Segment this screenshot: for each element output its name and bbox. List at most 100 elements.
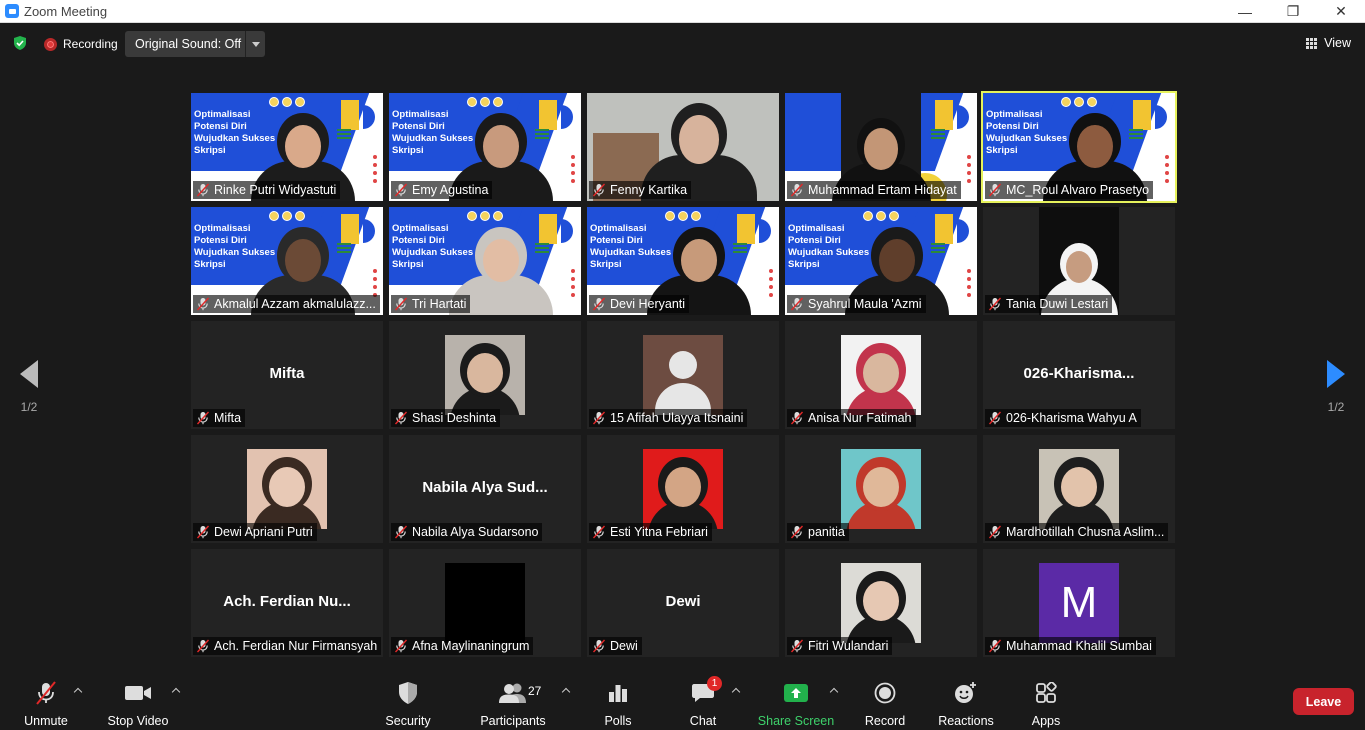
next-page-nav[interactable]: 1/2 bbox=[1321, 360, 1351, 414]
record-label: Record bbox=[864, 714, 906, 728]
participant-name: Syahrul Maula 'Azmi bbox=[808, 297, 922, 311]
chat-label: Chat bbox=[689, 714, 717, 728]
participant-tile[interactable]: Mardhotillah Chusna Aslim... bbox=[983, 435, 1175, 543]
record-icon bbox=[874, 682, 896, 704]
participant-tile[interactable]: Fitri Wulandari bbox=[785, 549, 977, 657]
chevron-up-icon bbox=[731, 687, 741, 697]
microphone-muted-icon bbox=[196, 639, 210, 653]
profile-photo bbox=[841, 449, 921, 529]
original-sound-control[interactable]: Original Sound: Off bbox=[125, 31, 265, 57]
original-sound-dropdown[interactable] bbox=[246, 31, 265, 57]
arrow-right-icon[interactable] bbox=[1327, 360, 1345, 388]
window-title: Zoom Meeting bbox=[24, 3, 108, 19]
apps-button[interactable]: Apps bbox=[1028, 670, 1064, 730]
participant-tile[interactable]: Optimalisasi Potensi Diri Wujudkan Sukses S… bbox=[981, 91, 1177, 203]
participant-tile[interactable]: M Muhammad Khalil Sumbai bbox=[983, 549, 1175, 657]
view-label: View bbox=[1324, 36, 1351, 50]
participants-button[interactable]: 27 Participants bbox=[480, 670, 546, 730]
participant-name-tag: Dewi Apriani Putri bbox=[193, 523, 317, 541]
participant-tile[interactable]: uny.org/Muhammad Ertam Hidayat bbox=[785, 93, 977, 201]
participant-tile[interactable]: Optimalisasi Potensi Diri Wujudkan Sukses S… bbox=[389, 207, 581, 315]
microphone-muted-icon bbox=[36, 681, 56, 705]
participant-tile[interactable]: Dewi Apriani Putri bbox=[191, 435, 383, 543]
participant-tile[interactable]: Ach. Ferdian Nu... Ach. Ferdian Nur Firma… bbox=[191, 549, 383, 657]
polls-label: Polls bbox=[604, 714, 632, 728]
participant-tile[interactable]: Optimalisasi Potensi Diri Wujudkan Sukses S… bbox=[191, 207, 383, 315]
restore-button[interactable]: ❐ bbox=[1269, 0, 1317, 23]
encryption-shield-icon[interactable] bbox=[12, 35, 28, 51]
participant-tile[interactable]: panitia bbox=[785, 435, 977, 543]
participant-tile[interactable]: Mifta Mifta bbox=[191, 321, 383, 429]
participant-name: panitia bbox=[808, 525, 845, 539]
microphone-muted-icon bbox=[592, 183, 606, 197]
reactions-smiley-icon bbox=[955, 682, 976, 703]
leave-button[interactable]: Leave bbox=[1293, 688, 1354, 715]
participant-tile[interactable]: Optimalisasi Potensi Diri Wujudkan Sukses S… bbox=[587, 207, 779, 315]
microphone-muted-icon bbox=[988, 297, 1002, 311]
participant-name-tag: Fitri Wulandari bbox=[787, 637, 893, 655]
participant-name: Mardhotillah Chusna Aslim... bbox=[1006, 525, 1165, 539]
previous-page-nav[interactable]: 1/2 bbox=[14, 360, 44, 414]
participant-tile[interactable]: Optimalisasi Potensi Diri Wujudkan Sukses S… bbox=[785, 207, 977, 315]
share-screen-button[interactable]: Share Screen bbox=[758, 670, 834, 730]
participants-options-caret[interactable] bbox=[561, 686, 571, 697]
participant-tile[interactable]: Dewi Dewi bbox=[587, 549, 779, 657]
chat-options-caret[interactable] bbox=[731, 686, 741, 697]
close-button[interactable]: ✕ bbox=[1317, 0, 1365, 23]
polls-button[interactable]: Polls bbox=[603, 670, 633, 730]
participant-name: Nabila Alya Sudarsono bbox=[412, 525, 539, 539]
microphone-muted-icon bbox=[592, 297, 606, 311]
participant-name-tag: Anisa Nur Fatimah bbox=[787, 409, 916, 427]
stop-video-button[interactable]: Stop Video bbox=[107, 670, 169, 730]
participant-name: Devi Heryanti bbox=[610, 297, 686, 311]
chevron-up-icon bbox=[171, 687, 181, 697]
unmute-button[interactable]: Unmute bbox=[22, 670, 70, 730]
participant-name: Anisa Nur Fatimah bbox=[808, 411, 912, 425]
audio-options-caret[interactable] bbox=[73, 686, 83, 697]
participant-name-tag: Afna Maylinaningrum bbox=[391, 637, 534, 655]
participant-name: Dewi bbox=[610, 639, 638, 653]
participant-tile[interactable]: Tania Duwi Lestari bbox=[983, 207, 1175, 315]
view-button[interactable]: View bbox=[1306, 36, 1351, 50]
microphone-muted-icon bbox=[592, 411, 606, 425]
microphone-muted-icon bbox=[790, 639, 804, 653]
share-options-caret[interactable] bbox=[829, 686, 839, 697]
original-sound-label[interactable]: Original Sound: Off bbox=[125, 31, 246, 57]
participant-tile[interactable]: Anisa Nur Fatimah bbox=[785, 321, 977, 429]
participant-tile[interactable]: Nabila Alya Sud... Nabila Alya Sudarsono bbox=[389, 435, 581, 543]
profile-photo bbox=[841, 335, 921, 415]
security-button[interactable]: Security bbox=[385, 670, 431, 730]
participant-display-name: 026-Kharisma... bbox=[1023, 365, 1135, 382]
chat-button[interactable]: 1 Chat bbox=[687, 670, 722, 730]
participant-name: Dewi Apriani Putri bbox=[214, 525, 313, 539]
microphone-muted-icon bbox=[790, 411, 804, 425]
participant-tile[interactable]: Fenny Kartika bbox=[587, 93, 779, 201]
participant-tile[interactable]: 026-Kharisma... 026-Kharisma Wahyu A bbox=[983, 321, 1175, 429]
participant-name: Tania Duwi Lestari bbox=[1006, 297, 1109, 311]
microphone-muted-icon bbox=[196, 411, 210, 425]
meeting-topbar: Recording Original Sound: Off View bbox=[0, 23, 1365, 63]
recording-label: Recording bbox=[63, 37, 118, 51]
participant-name-tag: Fenny Kartika bbox=[589, 181, 692, 199]
participant-name-tag: Emy Agustina bbox=[391, 181, 493, 199]
video-options-caret[interactable] bbox=[171, 686, 181, 697]
profile-photo bbox=[643, 449, 723, 529]
participant-tile[interactable]: Esti Yitna Febriari bbox=[587, 435, 779, 543]
participant-tile[interactable]: Afna Maylinaningrum bbox=[389, 549, 581, 657]
microphone-muted-icon bbox=[790, 525, 804, 539]
arrow-left-icon[interactable] bbox=[20, 360, 38, 388]
participant-name-tag: Mardhotillah Chusna Aslim... bbox=[985, 523, 1169, 541]
participant-name: Esti Yitna Febriari bbox=[610, 525, 708, 539]
record-button[interactable]: Record bbox=[865, 670, 905, 730]
security-shield-icon bbox=[399, 682, 417, 704]
minimize-button[interactable]: — bbox=[1221, 0, 1269, 23]
participant-tile[interactable]: Optimalisasi Potensi Diri Wujudkan Sukses S… bbox=[389, 93, 581, 201]
participant-tile[interactable]: Optimalisasi Potensi Diri Wujudkan Sukses S… bbox=[191, 93, 383, 201]
recording-indicator[interactable]: Recording bbox=[44, 36, 118, 52]
reactions-button[interactable]: Reactions bbox=[938, 670, 994, 730]
participant-name: Emy Agustina bbox=[412, 183, 489, 197]
participant-tile[interactable]: Shasi Deshinta bbox=[389, 321, 581, 429]
participant-tile[interactable]: 15 Afifah Ulayya Itsnaini bbox=[587, 321, 779, 429]
microphone-muted-icon bbox=[196, 297, 210, 311]
microphone-muted-icon bbox=[592, 639, 606, 653]
